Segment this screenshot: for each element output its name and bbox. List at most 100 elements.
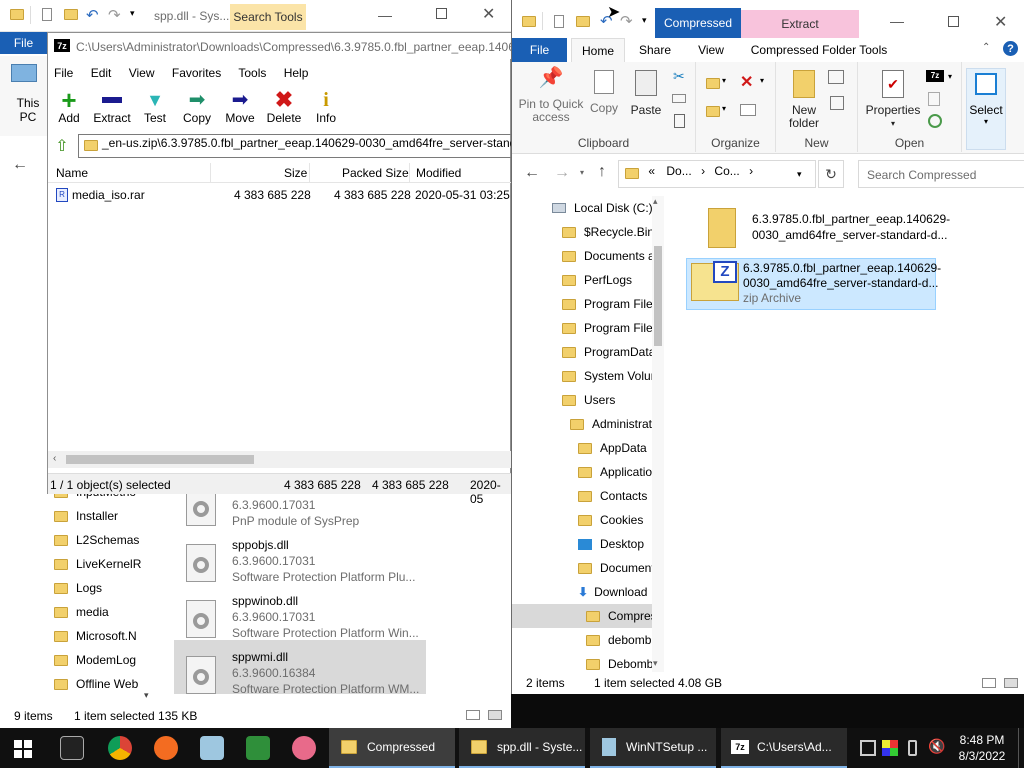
forward-arrow-icon[interactable]: → xyxy=(554,164,570,182)
undo-icon[interactable]: ↶ xyxy=(86,6,99,24)
details-view-icon[interactable] xyxy=(982,678,996,688)
scroll-up-icon[interactable]: ▴ xyxy=(653,196,658,207)
cut-icon[interactable]: ✂ xyxy=(673,68,685,85)
nav-item[interactable]: Microsoft.N xyxy=(54,624,137,648)
tree-item[interactable]: ProgramData xyxy=(562,340,655,364)
tab-view[interactable]: View xyxy=(687,38,735,62)
menu-view[interactable]: View xyxy=(129,66,155,80)
rename-icon[interactable] xyxy=(740,104,756,116)
move-button[interactable]: ➡ Move xyxy=(222,87,258,127)
copy-ribbon-button[interactable]: Copy xyxy=(586,70,622,115)
horizontal-scrollbar[interactable]: ‹ xyxy=(48,451,512,468)
large-icons-view-icon[interactable] xyxy=(488,710,502,720)
tree-item[interactable]: System Volun xyxy=(562,364,657,388)
new-folder-button[interactable]: New folder xyxy=(780,70,828,130)
list-item[interactable]: 6.3.9785.0.fbl_partner_eeap.140629- 0030… xyxy=(696,206,950,254)
menu-tools[interactable]: Tools xyxy=(238,66,266,80)
move-to-icon[interactable] xyxy=(706,78,720,89)
tree-item[interactable]: Applicatio xyxy=(578,460,652,484)
address-dropdown-icon[interactable]: ▾ xyxy=(797,169,802,180)
nav-item[interactable]: Logs xyxy=(54,576,102,600)
tab-compressed-folder-tools[interactable]: Compressed Folder Tools xyxy=(741,38,897,62)
breadcrumb-separator[interactable]: › xyxy=(701,164,705,178)
tree-item[interactable]: Program Files xyxy=(562,292,659,316)
search-input[interactable]: Search Compressed xyxy=(858,160,1024,188)
chrome-icon[interactable] xyxy=(108,736,132,760)
tree-item[interactable]: Desktop xyxy=(578,532,644,556)
tree-item[interactable]: Users xyxy=(562,388,615,412)
properties-icon[interactable] xyxy=(42,8,52,21)
select-button[interactable]: Select ▾ xyxy=(966,68,1006,150)
delete-icon[interactable]: ✕ xyxy=(740,72,753,92)
properties-icon[interactable] xyxy=(554,15,564,28)
easy-access-icon[interactable] xyxy=(830,96,844,110)
tree-item[interactable]: Cookies xyxy=(578,508,643,532)
col-packed-size[interactable]: Packed Size xyxy=(342,166,409,180)
col-divider[interactable] xyxy=(309,163,310,183)
nav-item[interactable]: Installer xyxy=(54,504,118,528)
menu-file[interactable]: File xyxy=(54,66,73,80)
collapse-ribbon-icon[interactable]: ⌃ xyxy=(982,42,990,53)
tray-tool-icon[interactable] xyxy=(860,740,876,756)
scrollbar-thumb[interactable] xyxy=(66,455,254,464)
tree-item[interactable]: ⬇ Download xyxy=(578,580,647,604)
7zip-open-icon[interactable]: 7z xyxy=(926,70,944,82)
tree-item[interactable]: PerfLogs xyxy=(562,268,632,292)
tree-scrollbar-thumb[interactable] xyxy=(654,246,662,346)
tree-item[interactable]: Local Disk (C:) xyxy=(552,196,653,220)
redo-icon[interactable]: ↷ xyxy=(620,12,633,30)
terminal-icon[interactable] xyxy=(60,736,84,760)
this-pc-label[interactable]: This PC xyxy=(13,96,43,124)
nav-item[interactable]: LiveKernelR xyxy=(54,552,141,576)
search-tools-tab[interactable]: Search Tools xyxy=(230,4,306,30)
tray-color-icon[interactable] xyxy=(882,740,898,756)
minimize-button[interactable]: — xyxy=(378,7,392,23)
back-nav-arrow-icon[interactable]: ← xyxy=(12,156,28,174)
col-size[interactable]: Size xyxy=(284,166,307,180)
list-item[interactable]: Z 6.3.9785.0.fbl_partner_eeap.140629- 00… xyxy=(686,258,941,310)
nav-item[interactable]: media xyxy=(54,600,109,624)
customize-qat-icon[interactable]: ▾ xyxy=(130,8,135,19)
start-windows-icon[interactable] xyxy=(14,740,32,758)
nav-item[interactable]: ModemLog xyxy=(54,648,136,672)
dropdown-icon[interactable]: ▾ xyxy=(948,72,952,81)
add-button[interactable]: + Add xyxy=(52,87,86,127)
dropdown-icon[interactable]: ▾ xyxy=(760,76,764,85)
tree-item[interactable]: $Recycle.Bin xyxy=(562,220,654,244)
copy-button[interactable]: ➡ Copy xyxy=(179,87,215,127)
clock-time[interactable]: 8:48 PM xyxy=(958,733,1006,747)
tree-item[interactable]: debomb xyxy=(586,628,651,652)
up-folder-icon[interactable]: ⇧ xyxy=(52,136,72,156)
close-button[interactable]: ✕ xyxy=(994,12,1007,32)
firefox-icon[interactable] xyxy=(154,736,178,760)
volume-muted-icon[interactable]: 🔇 xyxy=(928,738,945,755)
scroll-left-icon[interactable]: ‹ xyxy=(53,453,56,464)
col-divider[interactable] xyxy=(409,163,410,183)
tree-item[interactable]: Debomb xyxy=(586,652,653,672)
back-arrow-icon[interactable]: ← xyxy=(524,164,540,182)
tab-file[interactable]: File xyxy=(512,38,567,62)
new-folder-icon[interactable] xyxy=(64,9,78,20)
chart-app-icon[interactable] xyxy=(246,736,270,760)
show-desktop[interactable] xyxy=(1018,728,1019,768)
tab-home[interactable]: Home xyxy=(571,38,625,62)
new-folder-icon[interactable] xyxy=(576,16,590,27)
taskbar-7zip[interactable]: 7z C:\Users\Ad... xyxy=(721,728,847,768)
customize-qat-icon[interactable]: ▾ xyxy=(642,15,647,26)
scroll-down-icon[interactable]: ▾ xyxy=(653,658,658,669)
taskbar-winntsetup[interactable]: WinNTSetup ... xyxy=(590,728,716,768)
scroll-down-icon[interactable]: ▾ xyxy=(144,690,149,701)
redo-icon[interactable]: ↷ xyxy=(108,6,121,24)
minimize-button[interactable]: — xyxy=(890,13,904,29)
address-bar[interactable]: « Do... › Co... › ▾ xyxy=(618,160,816,188)
taskbar-compressed[interactable]: Compressed xyxy=(329,728,455,768)
paste-button[interactable]: Paste xyxy=(628,70,664,117)
usb-icon[interactable] xyxy=(908,740,917,756)
test-button[interactable]: ▼ Test xyxy=(138,87,172,127)
tab-share[interactable]: Share xyxy=(630,38,680,62)
tree-item[interactable]: Document xyxy=(578,556,655,580)
paint-icon[interactable] xyxy=(292,736,316,760)
col-modified[interactable]: Modified xyxy=(416,166,461,180)
nav-item[interactable]: Offline Web xyxy=(54,672,138,696)
nav-item[interactable]: L2Schemas xyxy=(54,528,139,552)
